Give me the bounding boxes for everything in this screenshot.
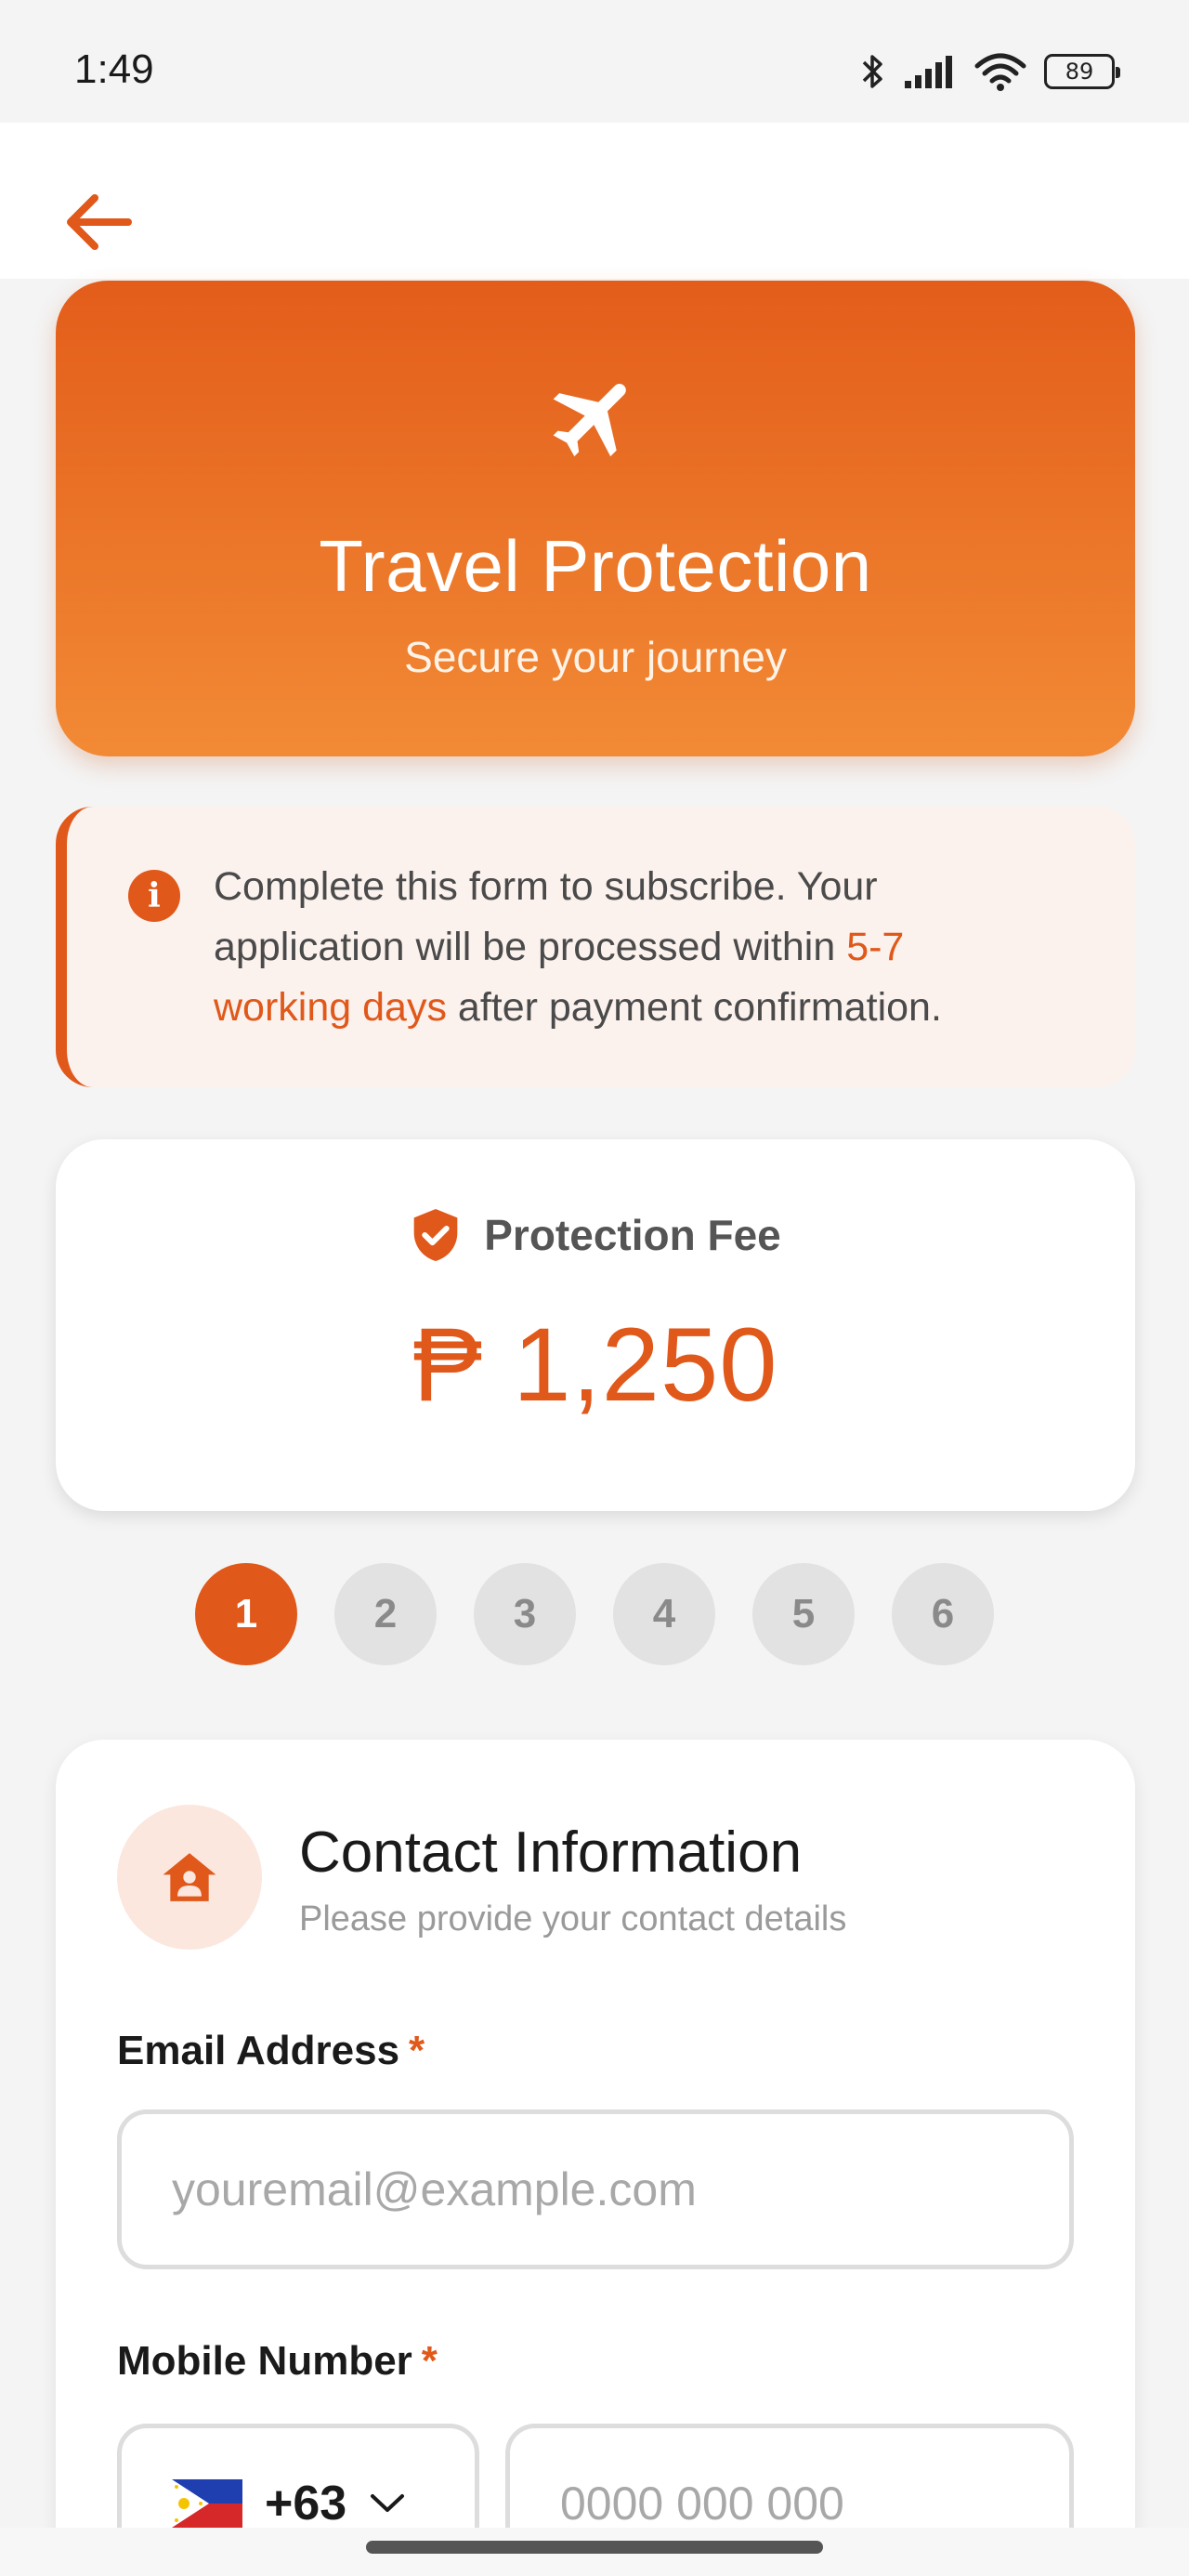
battery-level: 89 xyxy=(1065,59,1094,85)
info-icon: i xyxy=(128,870,180,922)
step-2[interactable]: 2 xyxy=(334,1563,437,1665)
fee-amount: ₱ 1,250 xyxy=(412,1307,778,1423)
hero-banner: Travel Protection Secure your journey xyxy=(56,281,1135,756)
info-text: Complete this form to subscribe. Your ap… xyxy=(214,857,1050,1038)
email-label: Email Address * xyxy=(117,2028,425,2074)
email-label-text: Email Address xyxy=(117,2028,400,2073)
back-button[interactable] xyxy=(56,180,139,264)
info-text-after: after payment confirmation. xyxy=(446,985,942,1030)
info-text-before: Complete this form to subscribe. Your ap… xyxy=(214,864,878,969)
step-6[interactable]: 6 xyxy=(892,1563,994,1665)
country-code: +63 xyxy=(265,2477,347,2530)
app-bar xyxy=(0,123,1189,279)
step-indicator: 1 2 3 4 5 6 xyxy=(195,1563,994,1665)
home-indicator[interactable] xyxy=(366,2541,823,2554)
step-3[interactable]: 3 xyxy=(474,1563,576,1665)
info-notice: i Complete this form to subscribe. Your … xyxy=(56,807,1135,1087)
email-input[interactable] xyxy=(172,2162,1019,2216)
arrow-left-icon xyxy=(67,194,132,250)
philippines-flag-icon xyxy=(172,2479,242,2528)
hero-subtitle: Secure your journey xyxy=(404,633,787,681)
airplane-icon xyxy=(544,366,647,473)
step-1[interactable]: 1 xyxy=(195,1563,297,1665)
mobile-label-text: Mobile Number xyxy=(117,2338,412,2384)
contact-home-icon xyxy=(117,1805,262,1950)
status-time: 1:49 xyxy=(74,46,154,92)
required-mark: * xyxy=(421,2338,438,2384)
shield-check-icon xyxy=(413,1209,458,1261)
step-5[interactable]: 5 xyxy=(752,1563,855,1665)
fee-label: Protection Fee xyxy=(484,1211,781,1259)
chevron-down-icon xyxy=(371,2494,405,2512)
mobile-label: Mobile Number * xyxy=(117,2338,438,2385)
email-field-box xyxy=(117,2109,1074,2269)
signal-icon xyxy=(905,56,952,88)
status-bar: 1:49 89 xyxy=(0,0,1189,123)
section-subtitle: Please provide your contact details xyxy=(299,1899,847,1939)
required-mark: * xyxy=(409,2028,425,2073)
protection-fee-card: Protection Fee ₱ 1,250 xyxy=(56,1139,1135,1511)
fee-header: Protection Fee xyxy=(56,1206,1135,1264)
status-icons: 89 xyxy=(860,48,1120,95)
step-4[interactable]: 4 xyxy=(613,1563,715,1665)
hero-title: Travel Protection xyxy=(319,525,872,607)
mobile-number-input[interactable] xyxy=(560,2477,1019,2530)
gesture-bar xyxy=(0,2528,1189,2576)
bluetooth-icon xyxy=(862,55,882,88)
section-title: Contact Information xyxy=(299,1820,803,1885)
wifi-icon xyxy=(974,53,1026,91)
contact-form-card: Contact Information Please provide your … xyxy=(56,1740,1135,2576)
battery-indicator: 89 xyxy=(1044,54,1120,89)
